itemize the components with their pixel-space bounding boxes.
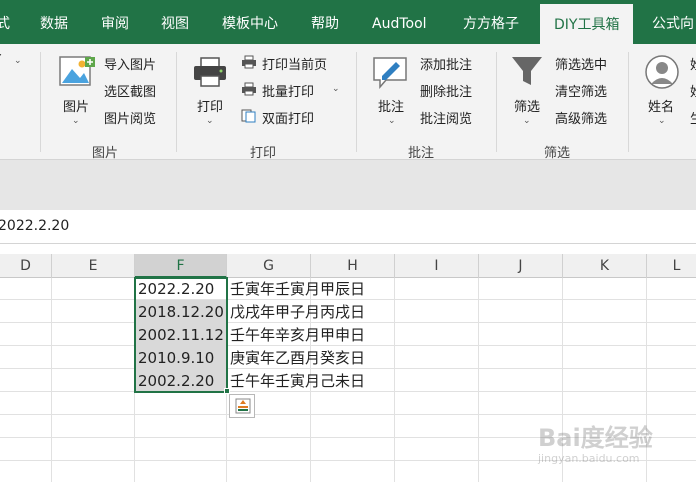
partial-name-item: 姓 <box>690 54 696 73</box>
person-icon <box>644 54 680 90</box>
cell-g-ganzhi[interactable]: 壬午年辛亥月甲申日 <box>230 324 365 346</box>
column-header-e[interactable]: E <box>52 254 135 278</box>
print-button-label[interactable]: 打印 <box>197 96 223 115</box>
group-separator <box>356 52 357 152</box>
ribbon-tab-bar: 式 数据 审阅 视图 模板中心 帮助 AudTool 方方格子 DIY工具箱 公… <box>0 0 696 44</box>
delete-comment-button[interactable]: 删除批注 <box>420 81 472 100</box>
print-current-page-button[interactable]: 打印当前页 <box>262 54 327 73</box>
printer-icon <box>192 56 228 88</box>
import-picture-icon <box>84 56 96 68</box>
partial-left-chevron: ˇ <box>0 54 3 69</box>
filter-button-label[interactable]: 筛选 <box>514 96 540 115</box>
formula-bar-value[interactable]: 2022.2.20 <box>0 218 69 234</box>
chevron-down-icon[interactable]: ⌄ <box>72 116 80 126</box>
column-header-d[interactable]: D <box>0 254 52 278</box>
tab-template-center[interactable]: 模板中心 <box>222 0 278 44</box>
partial-name-item: 生 <box>690 108 696 127</box>
chevron-down-icon[interactable]: ⌄ <box>523 116 531 126</box>
selection-range-border <box>134 277 228 393</box>
chevron-down-icon[interactable]: ⌄ <box>332 84 340 94</box>
tab-help[interactable]: 帮助 <box>311 0 339 44</box>
group-label-comment: 批注 <box>408 146 435 161</box>
cell-g-ganzhi[interactable]: 戊戌年甲子月丙戌日 <box>230 301 365 323</box>
tab-formula-partial[interactable]: 公式向 <box>652 0 694 44</box>
chevron-down-icon: ⌄ <box>14 56 22 66</box>
import-picture-button[interactable]: 导入图片 <box>104 54 156 73</box>
group-separator <box>40 52 41 152</box>
cell-g-ganzhi[interactable]: 壬午年壬寅月己未日 <box>230 370 365 392</box>
name-button-label[interactable]: 姓名 <box>648 96 674 115</box>
group-label-picture: 图片 <box>92 146 119 161</box>
group-separator <box>176 52 177 152</box>
column-header-l[interactable]: L <box>647 254 696 278</box>
tab-fangfang[interactable]: 方方格子 <box>463 0 519 44</box>
batch-print-button[interactable]: 批量打印 <box>262 81 314 100</box>
group-separator <box>628 52 629 152</box>
grid-line <box>478 278 479 482</box>
group-separator <box>496 52 497 152</box>
tab-data[interactable]: 数据 <box>40 0 68 44</box>
comment-icon <box>370 54 410 90</box>
chevron-down-icon[interactable]: ⌄ <box>388 116 396 126</box>
group-label-filter: 筛选 <box>544 146 571 161</box>
advanced-filter-button[interactable]: 高级筛选 <box>555 108 607 127</box>
comment-button-label[interactable]: 批注 <box>378 96 404 115</box>
group-label-print: 打印 <box>250 146 277 161</box>
spreadsheet-grid[interactable]: 2022.2.20 2018.12.20 2002.11.12 2010.9.1… <box>0 277 696 482</box>
column-header-h[interactable]: H <box>311 254 395 278</box>
watermark-brand: Bai度经验 <box>538 424 653 452</box>
grid-line <box>51 278 52 482</box>
chevron-down-icon[interactable]: ⌄ <box>658 116 666 126</box>
tab-view[interactable]: 视图 <box>161 0 189 44</box>
screenshot-selection-button[interactable]: 选区截图 <box>104 81 156 100</box>
column-header-g[interactable]: G <box>227 254 311 278</box>
spacer <box>0 244 696 254</box>
quick-analysis-icon <box>235 398 251 414</box>
partial-name-item: 姓 <box>690 81 696 100</box>
column-header-j[interactable]: J <box>479 254 563 278</box>
quick-analysis-button[interactable] <box>229 394 255 418</box>
comment-preview-button[interactable]: 批注阅览 <box>420 108 472 127</box>
picture-preview-button[interactable]: 图片阅览 <box>104 108 156 127</box>
ribbon-panel: ˇ ⌄ | 图片 ⌄ 导入图片 选区截图 图片阅览 图片 打印 ⌄ 打印当前页 … <box>0 44 696 161</box>
column-header-i[interactable]: I <box>395 254 479 278</box>
print-page-icon <box>241 55 257 69</box>
batch-print-icon <box>241 82 257 96</box>
tab-diy-toolbox[interactable]: DIY工具箱 <box>540 0 634 44</box>
cell-g-ganzhi[interactable]: 庚寅年乙酉月癸亥日 <box>230 347 365 369</box>
grid-line <box>0 414 696 415</box>
funnel-icon <box>510 54 544 90</box>
grid-line <box>394 278 395 482</box>
cell-g-ganzhi[interactable]: 壬寅年壬寅月甲辰日 <box>230 278 365 300</box>
toolbar-gray-area <box>0 160 696 210</box>
watermark-url: jingyan.baidu.com <box>538 452 640 465</box>
tab-review[interactable]: 审阅 <box>101 0 129 44</box>
tab-audtool[interactable]: AudTool <box>372 0 427 44</box>
formula-bar[interactable]: 2022.2.20 <box>0 210 696 244</box>
duplex-print-button[interactable]: 双面打印 <box>262 108 314 127</box>
column-header-row: D E F G H I J K L <box>0 254 696 278</box>
clear-filter-button[interactable]: 清空筛选 <box>555 81 607 100</box>
duplex-print-icon <box>241 109 257 123</box>
picture-button-label[interactable]: 图片 <box>63 96 89 115</box>
column-header-f[interactable]: F <box>135 254 227 278</box>
tab-formulas-partial[interactable]: 式 <box>0 0 10 44</box>
column-header-k[interactable]: K <box>563 254 647 278</box>
add-comment-button[interactable]: 添加批注 <box>420 54 472 73</box>
chevron-down-icon[interactable]: ⌄ <box>206 116 214 126</box>
filter-selected-button[interactable]: 筛选选中 <box>555 54 607 73</box>
